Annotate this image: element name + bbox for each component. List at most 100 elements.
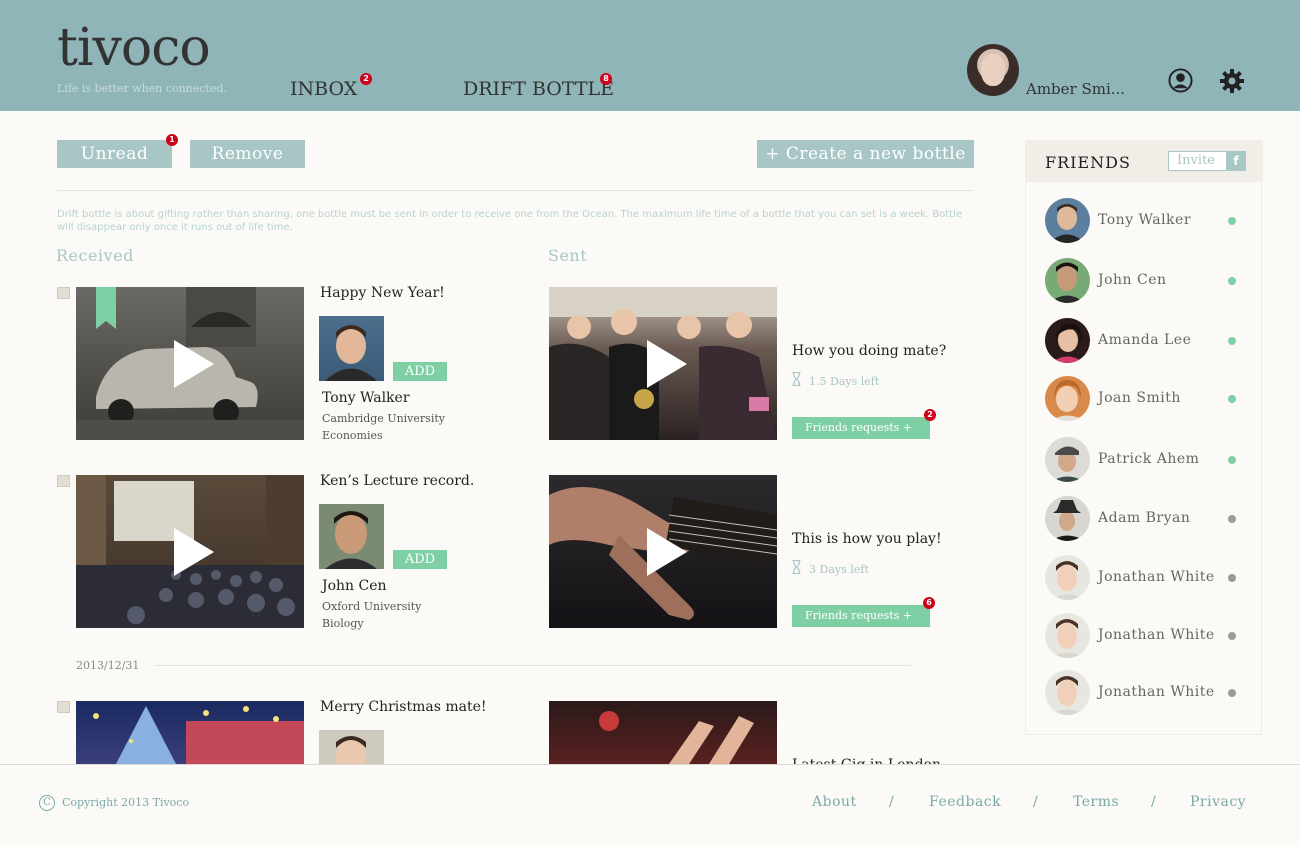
friend-name: Jonathan White: [1098, 684, 1215, 700]
divider: [57, 190, 974, 191]
received-title: Received: [56, 246, 134, 265]
online-status-icon: [1228, 337, 1236, 345]
friend-item[interactable]: Jonathan White: [1045, 670, 1240, 716]
play-icon[interactable]: [647, 339, 687, 388]
bottle-title: This is how you play!: [792, 531, 942, 547]
friend-item[interactable]: Joan Smith: [1045, 376, 1240, 422]
play-icon[interactable]: [174, 527, 214, 576]
date-line: [154, 665, 911, 666]
footer-separator: /: [889, 794, 894, 810]
gear-icon[interactable]: [1219, 68, 1245, 94]
friend-name: Tony Walker: [1098, 212, 1192, 228]
bottle-title: Merry Christmas mate!: [320, 699, 487, 715]
remove-button[interactable]: Remove: [190, 140, 305, 168]
bottle-title: Latest Gig in London: [792, 757, 941, 764]
sender-school: Oxford University: [322, 600, 422, 613]
invite-label: Invite: [1177, 153, 1215, 168]
friend-avatar: [1045, 496, 1090, 541]
footer-separator: /: [1151, 794, 1156, 810]
video-thumbnail[interactable]: [76, 287, 304, 440]
bottle-title: Happy New Year!: [320, 285, 445, 301]
days-left: 3 Days left: [809, 563, 869, 576]
profile-icon[interactable]: [1168, 68, 1193, 93]
sender-field: Biology: [322, 617, 364, 630]
sender-school: Cambridge University: [322, 412, 445, 425]
select-checkbox[interactable]: [57, 287, 70, 299]
video-thumbnail[interactable]: [549, 475, 777, 628]
friend-name: Joan Smith: [1098, 390, 1181, 406]
christmas-image: [93, 706, 304, 764]
footer-link-feedback[interactable]: Feedback: [929, 794, 1001, 810]
sender-face: [336, 736, 366, 764]
friend-name: Patrick Ahem: [1098, 451, 1200, 467]
hourglass-icon: [792, 560, 801, 574]
sender-face: [319, 504, 384, 569]
drift-bottle-badge: 8: [600, 73, 612, 85]
facebook-icon: f: [1226, 151, 1246, 171]
video-thumbnail[interactable]: [549, 701, 777, 764]
friend-item[interactable]: Amanda Lee: [1045, 318, 1240, 364]
sender-face: [325, 325, 377, 381]
friend-avatar: [1045, 318, 1090, 363]
nav-drift-bottle[interactable]: DRIFT BOTTLE: [463, 78, 614, 100]
friend-avatar: [1045, 613, 1090, 658]
play-icon[interactable]: [174, 339, 214, 388]
friends-requests-button[interactable]: Friends requests +: [792, 605, 930, 627]
friend-avatar: [1045, 437, 1090, 482]
friends-title: FRIENDS: [1045, 153, 1131, 172]
friend-item[interactable]: Patrick Ahem: [1045, 437, 1240, 483]
friend-name: John Cen: [1098, 272, 1167, 288]
offline-status-icon: [1228, 689, 1236, 697]
bottle-title: How you doing mate?: [792, 343, 947, 359]
friend-item[interactable]: Tony Walker: [1045, 198, 1240, 244]
add-friend-button[interactable]: ADD: [393, 362, 447, 381]
friends-requests-button[interactable]: Friends requests +: [792, 417, 930, 439]
sender-photo[interactable]: [319, 730, 384, 764]
concert-image: [599, 711, 754, 764]
add-friend-button[interactable]: ADD: [393, 550, 447, 569]
friend-item[interactable]: Adam Bryan: [1045, 496, 1240, 542]
friend-name: Jonathan White: [1098, 569, 1215, 585]
friend-item[interactable]: Jonathan White: [1045, 555, 1240, 601]
friends-header: FRIENDS Invite f: [1026, 141, 1263, 182]
info-text: Drift bottle is about gifting rather tha…: [57, 209, 963, 233]
date-separator: 2013/12/31: [76, 659, 140, 672]
requests-badge: 6: [923, 597, 935, 609]
video-thumbnail[interactable]: [76, 701, 304, 764]
play-icon[interactable]: [647, 527, 687, 576]
online-status-icon: [1228, 395, 1236, 403]
nav-inbox[interactable]: INBOX: [290, 78, 357, 100]
user-name[interactable]: Amber Smi...: [1026, 80, 1125, 98]
tagline: Life is better when connected.: [57, 82, 227, 95]
create-bottle-button[interactable]: + Create a new bottle: [757, 140, 974, 168]
footer-link-about[interactable]: About: [812, 794, 857, 810]
sender-name[interactable]: Tony Walker: [322, 390, 410, 406]
footer-link-privacy[interactable]: Privacy: [1190, 794, 1246, 810]
sender-name[interactable]: John Cen: [322, 578, 387, 594]
user-avatar[interactable]: [967, 44, 1019, 96]
friend-item[interactable]: John Cen: [1045, 258, 1240, 304]
online-status-icon: [1228, 217, 1236, 225]
friend-avatar: [1045, 555, 1090, 600]
video-thumbnail[interactable]: [549, 287, 777, 440]
select-checkbox[interactable]: [57, 475, 70, 487]
offline-status-icon: [1228, 632, 1236, 640]
video-thumbnail[interactable]: [76, 475, 304, 628]
days-left: 1.5 Days left: [809, 375, 880, 388]
unread-button[interactable]: Unread: [57, 140, 172, 168]
online-status-icon: [1228, 456, 1236, 464]
friend-avatar: [1045, 198, 1090, 243]
bottle-title: Ken’s Lecture record.: [320, 473, 475, 489]
invite-button[interactable]: Invite f: [1168, 151, 1246, 171]
footer-link-terms[interactable]: Terms: [1073, 794, 1119, 810]
friend-item[interactable]: Jonathan White: [1045, 613, 1240, 659]
copyright-icon: C: [39, 795, 55, 811]
sender-photo[interactable]: [319, 504, 384, 569]
inbox-badge: 2: [360, 73, 372, 85]
friend-avatar: [1045, 670, 1090, 715]
sender-photo[interactable]: [319, 316, 384, 381]
friend-name: Amanda Lee: [1098, 332, 1192, 348]
select-checkbox[interactable]: [57, 701, 70, 713]
footer: C Copyright 2013 Tivoco About / Feedback…: [0, 764, 1300, 847]
logo[interactable]: tivoco: [57, 18, 211, 78]
